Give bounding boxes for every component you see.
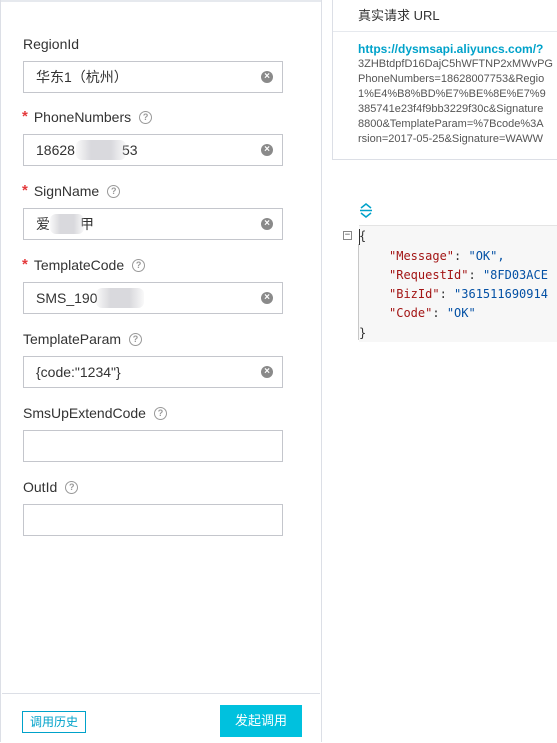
region-id-label: RegionId (23, 35, 283, 53)
json-value: "OK" (446, 306, 476, 320)
request-url-line: PhoneNumbers=18628007753&Regio (358, 73, 545, 85)
request-url-link[interactable]: https://dysmsapi.aliyuncs.com/? (358, 42, 557, 57)
clear-icon[interactable]: × (261, 144, 273, 156)
collapse-vertical-icon[interactable] (358, 202, 374, 218)
region-id-value: 华东1（杭州） (36, 69, 128, 85)
template-param-label-text: TemplateParam (23, 331, 122, 347)
out-id-input[interactable] (23, 504, 283, 536)
collapse-vertical-icon-svg (360, 203, 372, 218)
sign-name-label: * SignName ? (22, 182, 283, 200)
sms-up-extend-code-input[interactable] (23, 430, 283, 462)
json-open-brace: { (359, 227, 366, 245)
clear-icon[interactable]: × (261, 292, 273, 304)
template-param-value: {code:"1234"} (36, 364, 121, 380)
request-url-line: 1%E4%B8%BD%E7%BE%8E%E7%9 (358, 88, 546, 100)
field-out-id: OutId ? (23, 478, 283, 536)
field-phone-numbers: * PhoneNumbers ? 18628 53 × (22, 108, 283, 166)
json-key: "BizId" (389, 287, 440, 301)
out-id-label-text: OutId (23, 479, 58, 495)
phone-numbers-label-text: PhoneNumbers (33, 109, 132, 125)
field-template-param: TemplateParam ? {code:"1234"} × (23, 330, 283, 388)
help-icon[interactable]: ? (132, 258, 146, 272)
open-brace-text: { (359, 229, 367, 243)
field-template-code: * TemplateCode ? SMS_190 × (22, 256, 283, 314)
json-value: "361511690914 (454, 287, 548, 301)
required-mark: * (22, 182, 28, 199)
required-mark: * (22, 108, 28, 125)
field-sign-name: * SignName ? 爱甲 × (22, 182, 283, 240)
json-entry: "Message": "OK", (389, 249, 505, 263)
field-region-id: RegionId 华东1（杭州） × (23, 35, 283, 93)
clear-icon[interactable]: × (261, 71, 273, 83)
region-id-label-text: RegionId (23, 36, 80, 52)
invoke-button[interactable]: 发起调用 (220, 705, 302, 737)
redaction-blur (96, 288, 144, 308)
json-entry: "BizId": "361511690914 (389, 287, 548, 301)
json-entry: "Code": "OK" (389, 306, 476, 320)
redaction-blur (76, 140, 126, 160)
region-id-select[interactable]: 华东1（杭州） × (23, 61, 283, 93)
sign-name-value-prefix: 爱 (36, 216, 50, 232)
template-code-input[interactable]: SMS_190 × (23, 282, 283, 314)
template-param-input[interactable]: {code:"1234"} × (23, 356, 283, 388)
request-url-section: 真实请求 URL https://dysmsapi.aliyuncs.com/?… (332, 0, 557, 160)
out-id-label: OutId ? (23, 478, 283, 496)
template-code-value: SMS_190 (36, 290, 98, 306)
api-parameter-form: RegionId 华东1（杭州） × * PhoneNumbers ? 1862… (0, 0, 322, 743)
json-key: "Code" (389, 306, 433, 320)
json-content: { "Message": "OK", "RequestId": "8FD03AC… (359, 225, 557, 342)
redaction-blur (50, 214, 84, 234)
call-history-button[interactable]: 调用历史 (22, 711, 86, 733)
json-key: "Message" (389, 249, 455, 263)
request-url-body: https://dysmsapi.aliyuncs.com/? 3ZHBtdpf… (333, 32, 557, 147)
form-footer: 调用历史 发起调用 (2, 693, 320, 743)
template-code-label: * TemplateCode ? (22, 256, 283, 274)
template-code-label-text: TemplateCode (33, 257, 125, 273)
panel-top-edge (1, 0, 321, 2)
help-icon[interactable]: ? (153, 406, 167, 420)
help-icon[interactable]: ? (139, 110, 153, 124)
phone-numbers-label: * PhoneNumbers ? (22, 108, 283, 126)
help-icon[interactable]: ? (65, 480, 79, 494)
fold-toggle-icon[interactable]: − (343, 231, 352, 240)
required-mark: * (22, 256, 28, 273)
json-entry: "RequestId": "8FD03ACE (389, 268, 548, 282)
template-param-label: TemplateParam ? (23, 330, 283, 348)
sign-name-label-text: SignName (33, 183, 100, 199)
help-icon[interactable]: ? (129, 332, 143, 346)
json-key: "RequestId" (389, 268, 469, 282)
field-sms-up-extend-code: SmsUpExtendCode ? (23, 404, 283, 462)
json-value: "8FD03ACE (482, 268, 548, 282)
json-close-brace: } (359, 324, 366, 342)
json-value: "OK", (468, 249, 505, 263)
clear-icon[interactable]: × (261, 218, 273, 230)
phone-numbers-input[interactable]: 18628 53 × (23, 134, 283, 166)
response-json-viewer: − { "Message": "OK", "RequestId": "8FD03… (340, 222, 557, 342)
sms-up-extend-code-label-text: SmsUpExtendCode (23, 405, 146, 421)
request-url-line: 3ZHBtdpfD16DajC5hWFTNP2xMWvPG (358, 58, 553, 70)
sign-name-input[interactable]: 爱甲 × (23, 208, 283, 240)
help-icon[interactable]: ? (107, 184, 121, 198)
request-url-header: 真实请求 URL (333, 0, 557, 32)
sms-up-extend-code-label: SmsUpExtendCode ? (23, 404, 283, 422)
request-url-line: rsion=2017-05-25&Signature=WAWW (358, 133, 544, 145)
request-url-line: 385741e23f4f9bb3229f30c&Signature (358, 103, 544, 115)
clear-icon[interactable]: × (261, 366, 273, 378)
phone-numbers-value-prefix: 18628 (36, 142, 75, 158)
request-url-line: 8800&TemplateParam=%7Bcode%3A (358, 118, 544, 130)
close-brace-text: } (359, 326, 367, 340)
